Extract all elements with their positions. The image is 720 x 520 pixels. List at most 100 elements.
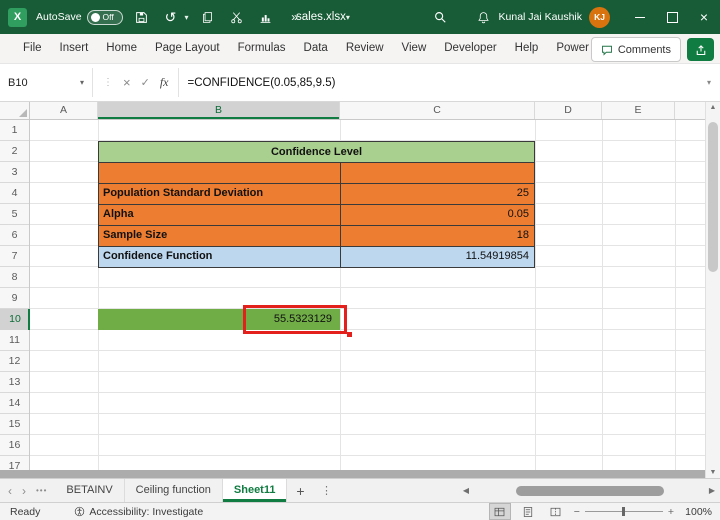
sheet-tab-sheet11[interactable]: Sheet11: [222, 479, 288, 502]
autosave-toggle[interactable]: AutoSave Off: [36, 9, 123, 25]
horizontal-scrollbar[interactable]: ◀ ▶: [458, 479, 720, 502]
row-header-12[interactable]: 12: [0, 351, 29, 372]
tab-home[interactable]: Home: [97, 34, 146, 63]
share-button[interactable]: [687, 38, 714, 61]
table-cell-label[interactable]: Sample Size: [99, 226, 341, 246]
table-cell-label[interactable]: Confidence Function: [99, 247, 341, 267]
column-header-b[interactable]: B: [98, 102, 340, 119]
tab-data[interactable]: Data: [295, 34, 337, 63]
scroll-right-icon[interactable]: ▶: [704, 486, 720, 495]
name-box[interactable]: B10 ▾: [0, 64, 92, 101]
undo-icon[interactable]: ↺: [161, 6, 181, 28]
copy-icon[interactable]: [198, 6, 218, 28]
confirm-entry-icon[interactable]: ✓: [141, 76, 150, 89]
table-cell-value[interactable]: 11.54919854: [341, 247, 534, 267]
row-header-8[interactable]: 8: [0, 267, 29, 288]
horizontal-scroll-track[interactable]: [474, 479, 704, 502]
worksheet-grid[interactable]: 1 2 3 4 5 6 7 8 9 10 11 12 13 14 15 16 1…: [0, 120, 705, 470]
formula-bar-buttons: ⋮ × ✓ fx: [93, 64, 178, 101]
row-header-10[interactable]: 10: [0, 309, 30, 330]
table-cell-value[interactable]: [341, 163, 534, 183]
zoom-level[interactable]: 100%: [682, 506, 712, 518]
excel-app-icon[interactable]: X: [8, 7, 27, 27]
tab-review[interactable]: Review: [337, 34, 393, 63]
tab-view[interactable]: View: [393, 34, 436, 63]
row-header-11[interactable]: 11: [0, 330, 29, 351]
tab-help[interactable]: Help: [506, 34, 548, 63]
horizontal-scroll-thumb[interactable]: [516, 486, 664, 496]
tab-page-layout[interactable]: Page Layout: [146, 34, 229, 63]
sheet-tab-ceiling-function[interactable]: Ceiling function: [125, 479, 223, 502]
select-all-corner[interactable]: [0, 102, 30, 119]
chart-icon[interactable]: [256, 6, 276, 28]
zoom-slider[interactable]: − +: [574, 506, 674, 518]
row-header-16[interactable]: 16: [0, 435, 29, 456]
scroll-up-icon[interactable]: ▲: [706, 104, 720, 111]
user-avatar[interactable]: KJ: [589, 6, 610, 28]
sheet-next-icon[interactable]: ›: [22, 484, 26, 498]
sheet-prev-icon[interactable]: ‹: [8, 484, 12, 498]
tab-insert[interactable]: Insert: [51, 34, 98, 63]
tab-formulas[interactable]: Formulas: [229, 34, 295, 63]
notification-bell-icon[interactable]: [474, 6, 494, 28]
row-header-1[interactable]: 1: [0, 120, 29, 141]
zoom-knob[interactable]: [621, 507, 625, 516]
table-cell-label[interactable]: Population Standard Deviation: [99, 184, 341, 204]
accessibility-status[interactable]: Accessibility: Investigate: [74, 506, 203, 518]
formula-bar-expand-icon[interactable]: ▾: [698, 64, 720, 101]
vertical-scroll-thumb[interactable]: [708, 122, 718, 272]
row-header-2[interactable]: 2: [0, 141, 29, 162]
sheet-tab-betainv[interactable]: BETAINV: [55, 479, 125, 502]
column-header-c[interactable]: C: [340, 102, 535, 119]
close-button[interactable]: ×: [688, 0, 720, 34]
zoom-track[interactable]: [584, 507, 663, 516]
tab-options-icon[interactable]: ⋮: [313, 479, 339, 502]
scroll-down-icon[interactable]: ▼: [706, 469, 720, 476]
table-cell-value[interactable]: 18: [341, 226, 534, 246]
table-title-cell[interactable]: Confidence Level: [99, 142, 534, 162]
scroll-left-icon[interactable]: ◀: [458, 486, 474, 495]
user-name[interactable]: Kunal Jai Kaushik: [499, 11, 582, 23]
document-title[interactable]: sales.xlsx ▾: [296, 0, 350, 34]
minimize-button[interactable]: [624, 0, 656, 34]
comments-button[interactable]: Comments: [590, 37, 681, 62]
gridline: [602, 120, 603, 470]
undo-caret-icon[interactable]: ▾: [185, 13, 189, 22]
column-header-d[interactable]: D: [535, 102, 602, 119]
search-icon[interactable]: [430, 6, 450, 28]
row-header-13[interactable]: 13: [0, 372, 29, 393]
row-header-14[interactable]: 14: [0, 393, 29, 414]
page-break-view-button[interactable]: [546, 504, 566, 519]
formula-input[interactable]: =CONFIDENCE(0.05,85,9.5): [179, 64, 698, 101]
autosave-switch[interactable]: Off: [86, 9, 123, 25]
insert-function-icon[interactable]: fx: [160, 75, 169, 90]
cut-icon[interactable]: [227, 6, 247, 28]
vertical-scrollbar[interactable]: ▲ ▼: [705, 102, 720, 478]
row-header-5[interactable]: 5: [0, 204, 29, 225]
row-header-4[interactable]: 4: [0, 183, 29, 204]
row-header-9[interactable]: 9: [0, 288, 29, 309]
zoom-in-icon[interactable]: +: [668, 506, 674, 518]
maximize-button[interactable]: [656, 0, 688, 34]
normal-view-button[interactable]: [488, 503, 511, 520]
name-box-caret-icon[interactable]: ▾: [80, 78, 84, 87]
cancel-entry-icon[interactable]: ×: [123, 75, 131, 90]
table-cell-value[interactable]: 0.05: [341, 205, 534, 225]
table-cell-value[interactable]: 25: [341, 184, 534, 204]
page-layout-view-button[interactable]: [518, 504, 538, 519]
sheet-list-icon[interactable]: •••: [36, 486, 47, 495]
add-sheet-button[interactable]: +: [287, 479, 313, 502]
table-cell-label[interactable]: [99, 163, 341, 183]
row-header-3[interactable]: 3: [0, 162, 29, 183]
column-header-a[interactable]: A: [30, 102, 98, 119]
column-header-e[interactable]: E: [602, 102, 675, 119]
table-cell-label[interactable]: Alpha: [99, 205, 341, 225]
row-header-6[interactable]: 6: [0, 225, 29, 246]
tab-developer[interactable]: Developer: [435, 34, 505, 63]
row-header-7[interactable]: 7: [0, 246, 29, 267]
zoom-out-icon[interactable]: −: [574, 506, 580, 518]
tab-file[interactable]: File: [14, 34, 51, 63]
save-icon[interactable]: [132, 6, 152, 28]
row-header-17[interactable]: 17: [0, 456, 29, 470]
row-header-15[interactable]: 15: [0, 414, 29, 435]
